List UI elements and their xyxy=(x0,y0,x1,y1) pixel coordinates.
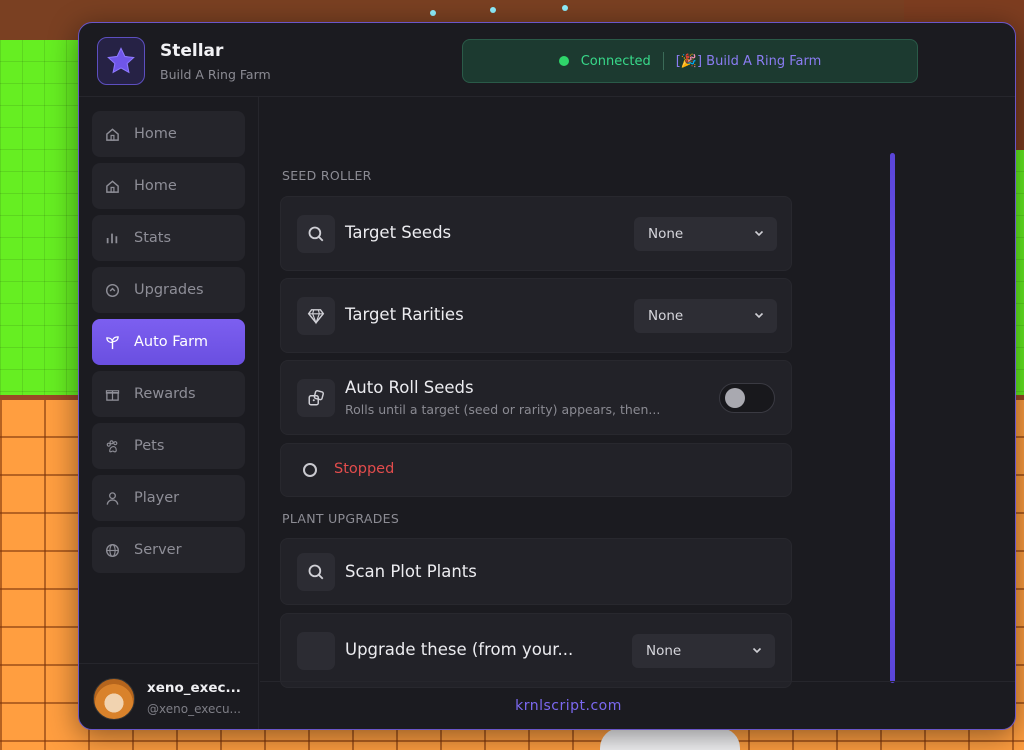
app-title: Stellar xyxy=(160,41,224,61)
dropdown-value: None xyxy=(646,643,682,659)
dice-icon xyxy=(297,379,335,417)
dropdown-value: None xyxy=(648,226,684,242)
status-text: Connected xyxy=(580,53,651,69)
star-icon xyxy=(107,47,135,74)
scan-plot-plants-button[interactable]: Scan Plot Plants xyxy=(280,538,792,605)
target-rarities-label: Target Rarities xyxy=(345,305,464,324)
bar-chart-icon xyxy=(104,230,120,246)
roller-status-text: Stopped xyxy=(334,461,395,477)
target-rarities-row: Target Rarities None xyxy=(280,278,792,353)
chevron-down-icon xyxy=(752,647,762,654)
sidebar-item-rewards[interactable]: Rewards xyxy=(92,371,245,417)
toggle-knob xyxy=(725,388,745,408)
sidebar-item-label: Stats xyxy=(134,230,172,246)
scan-plot-plants-label: Scan Plot Plants xyxy=(345,562,477,581)
footer-link[interactable]: krnlscript.com xyxy=(515,698,622,714)
sidebar-item-label: Home xyxy=(134,126,177,142)
auto-roll-seeds-row: Auto Roll Seeds Rolls until a target (se… xyxy=(280,360,792,435)
background-light xyxy=(562,5,568,11)
window-header: Stellar Build A Ring Farm Connected [🎉] … xyxy=(79,23,1015,97)
connection-status: Connected [🎉] Build A Ring Farm xyxy=(462,39,918,83)
paw-icon xyxy=(104,438,120,454)
app-subtitle: Build A Ring Farm xyxy=(160,67,271,82)
status-circle-icon xyxy=(303,463,317,477)
background-light xyxy=(490,7,496,13)
target-seeds-row: Target Seeds None xyxy=(280,196,792,271)
globe-icon xyxy=(104,542,120,558)
section-label-plant-upgrades: PLANT UPGRADES xyxy=(282,511,400,526)
roller-status-row: Stopped xyxy=(280,443,792,497)
background-light xyxy=(430,10,436,16)
app-window: Stellar Build A Ring Farm Connected [🎉] … xyxy=(78,22,1016,730)
sidebar-item-label: Player xyxy=(134,490,180,506)
target-seeds-dropdown[interactable]: None xyxy=(634,217,777,251)
sidebar-item-label: Pets xyxy=(134,438,165,454)
sidebar-item-label: Server xyxy=(134,542,182,558)
dropdown-value: None xyxy=(648,308,684,324)
sidebar-item-upgrades[interactable]: Upgrades xyxy=(92,267,245,313)
blank-icon xyxy=(297,632,335,670)
chevron-down-icon xyxy=(754,312,764,319)
target-seeds-label: Target Seeds xyxy=(345,223,452,242)
gift-icon xyxy=(104,386,120,402)
auto-roll-seeds-description: Rolls until a target (seed or rarity) ap… xyxy=(345,402,661,417)
player-character xyxy=(600,728,740,750)
section-label-seed-roller: SEED ROLLER xyxy=(282,168,372,183)
chevron-down-icon xyxy=(754,230,764,237)
sidebar-item-stats[interactable]: Stats xyxy=(92,215,245,261)
auto-roll-seeds-toggle[interactable] xyxy=(719,383,775,413)
sidebar-item-pets[interactable]: Pets xyxy=(92,423,245,469)
sidebar-item-home-2[interactable]: Home xyxy=(92,163,245,209)
profile-handle: @xeno_execu... xyxy=(147,702,241,716)
main-scrollbar[interactable] xyxy=(890,153,895,683)
sidebar-item-player[interactable]: Player xyxy=(92,475,245,521)
sidebar-item-label: Rewards xyxy=(134,386,196,402)
home-icon xyxy=(104,126,120,142)
window-footer: krnlscript.com xyxy=(260,681,1015,729)
upgrade-these-label: Upgrade these (from your... xyxy=(345,640,574,659)
sidebar-item-server[interactable]: Server xyxy=(92,527,245,573)
profile-name: xeno_exec... xyxy=(147,680,241,696)
user-icon xyxy=(104,490,120,506)
sidebar-item-label: Auto Farm xyxy=(134,334,209,350)
search-icon xyxy=(297,553,335,591)
sidebar-item-label: Home xyxy=(134,178,177,194)
user-profile[interactable]: xeno_exec... @xeno_execu... xyxy=(79,663,259,729)
sidebar-item-home[interactable]: Home xyxy=(92,111,245,157)
avatar xyxy=(93,678,135,720)
sidebar: Home Home Stats Upgrades Auto Farm Rewar… xyxy=(79,97,259,729)
sprout-icon xyxy=(104,334,120,350)
circle-arrow-up-icon xyxy=(104,282,120,298)
upgrade-these-dropdown[interactable]: None xyxy=(632,634,775,668)
sidebar-item-auto-farm[interactable]: Auto Farm xyxy=(92,319,245,365)
sidebar-item-label: Upgrades xyxy=(134,282,204,298)
main-panel: SEED ROLLER Target Seeds None Target Rar… xyxy=(260,97,1015,688)
target-rarities-dropdown[interactable]: None xyxy=(634,299,777,333)
auto-roll-seeds-label: Auto Roll Seeds xyxy=(345,378,474,397)
status-game-name: [🎉] Build A Ring Farm xyxy=(675,53,822,69)
gem-icon xyxy=(297,297,335,335)
home-icon xyxy=(104,178,120,194)
status-dot-icon xyxy=(558,56,569,66)
search-icon xyxy=(297,215,335,253)
app-logo xyxy=(97,37,145,85)
upgrade-these-row: Upgrade these (from your... None xyxy=(280,613,792,688)
status-divider xyxy=(662,52,664,70)
